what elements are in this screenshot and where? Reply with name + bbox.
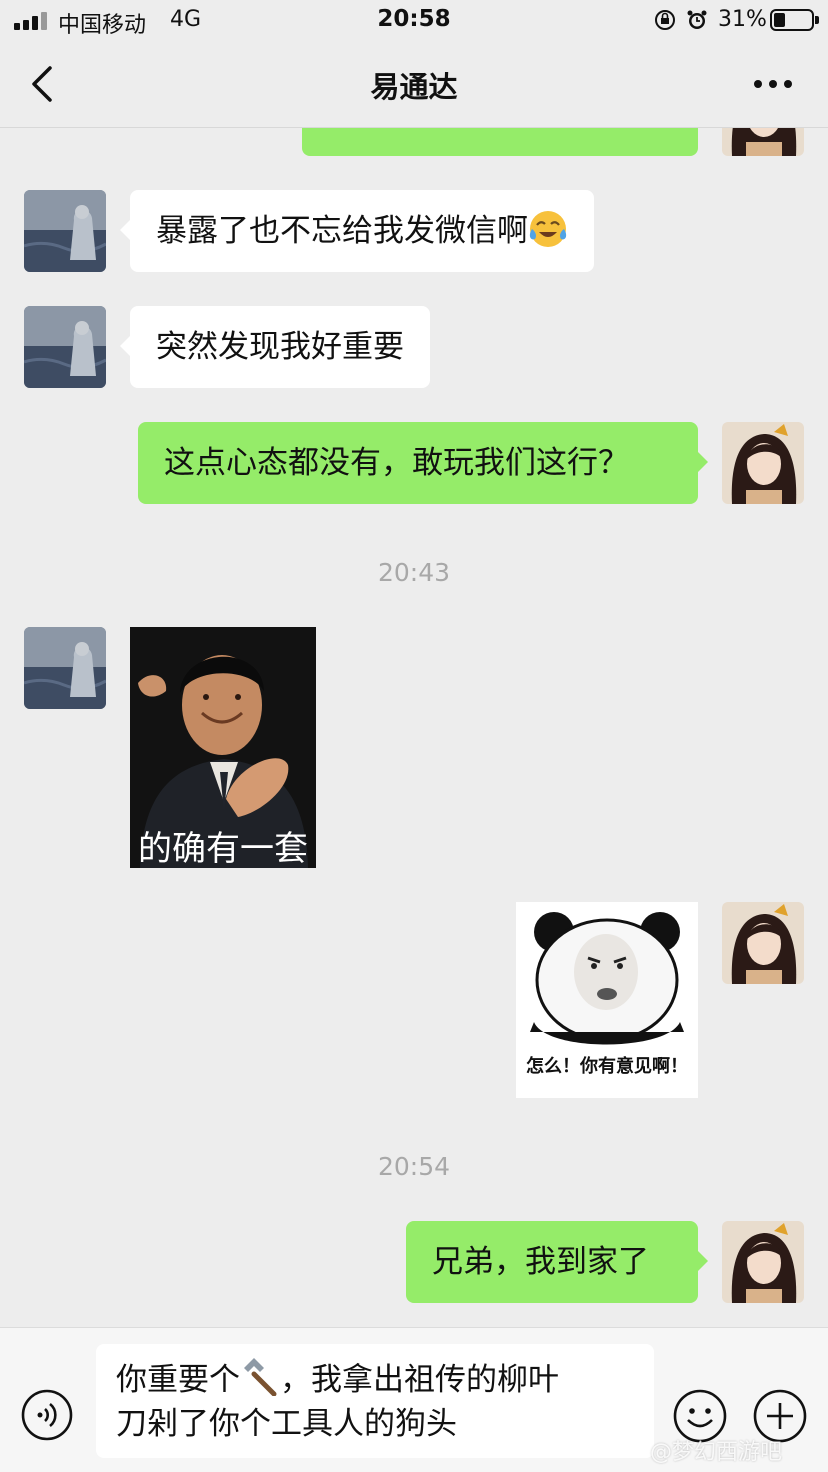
my-avatar[interactable]	[722, 422, 804, 504]
battery-level	[774, 13, 785, 27]
status-icons	[654, 8, 714, 32]
voice-icon	[21, 1389, 73, 1441]
message-timestamp: 20:43	[377, 558, 451, 587]
message-bubble[interactable]: 突然发现我好重要	[120, 306, 430, 388]
orientation-lock-icon	[655, 10, 675, 30]
contact-avatar[interactable]	[24, 306, 106, 388]
more-dots-icon	[754, 80, 792, 88]
contact-avatar[interactable]	[24, 627, 106, 709]
message-timestamp: 20:54	[377, 1152, 451, 1181]
hammer-emoji	[240, 1356, 280, 1397]
alarm-icon	[687, 10, 707, 29]
sticker-caption: 的确有一套	[138, 829, 308, 868]
message-text: 这点心态都没有，敢玩我们这行？	[164, 445, 629, 481]
battery-percent: 31%	[718, 7, 767, 32]
nav-bar: 易通达	[0, 40, 828, 128]
message-text: 暴露了也不忘给我发微信啊	[156, 213, 528, 249]
watermark: @梦幻西游吧	[650, 1440, 783, 1465]
chat-title: 易通达	[370, 70, 458, 104]
more-button[interactable]	[748, 66, 798, 102]
my-avatar[interactable]	[722, 128, 804, 156]
message-text: 突然发现我好重要	[156, 329, 404, 365]
message-bubble[interactable]: 这点心态都没有，敢玩我们这行？	[138, 422, 708, 504]
status-bar: 中国移动 4G 20:58 31%	[0, 0, 828, 40]
voice-button[interactable]	[20, 1388, 74, 1442]
message-text: 兄弟，我到家了	[432, 1244, 649, 1280]
my-avatar[interactable]	[722, 902, 804, 984]
input-line-2: 刀剁了你个工具人的狗头	[116, 1406, 457, 1442]
my-avatar[interactable]	[722, 1221, 804, 1303]
battery-icon	[770, 9, 814, 31]
input-line-1: 你重要个 ，我拿出祖传的柳叶	[116, 1356, 634, 1402]
message-input[interactable]: 你重要个 ，我拿出祖传的柳叶 刀剁了你个工具人的狗头	[96, 1344, 654, 1458]
sticker-caption: 怎么！你有意见啊！	[526, 1056, 688, 1077]
contact-avatar[interactable]	[24, 190, 106, 272]
sticker-image[interactable]: 怎么！你有意见啊！	[516, 902, 698, 1098]
message-bubble[interactable]: 暴露了也不忘给我发微信啊	[120, 190, 594, 272]
message-list[interactable]: 暴露了也不忘给我发微信啊 突然发现我好重要 这点心态都没有，敢玩我们这行？ 20…	[0, 128, 828, 1327]
input-text-part: ，我拿出祖传的柳叶	[280, 1362, 559, 1398]
input-text-part: 你重要个	[116, 1362, 240, 1398]
message-bubble-partial[interactable]	[302, 128, 698, 156]
battery-tip	[815, 16, 819, 24]
sticker-image[interactable]: 的确有一套	[130, 627, 316, 868]
message-bubble[interactable]: 兄弟，我到家了	[406, 1221, 708, 1303]
crying-laughing-emoji	[528, 198, 568, 247]
